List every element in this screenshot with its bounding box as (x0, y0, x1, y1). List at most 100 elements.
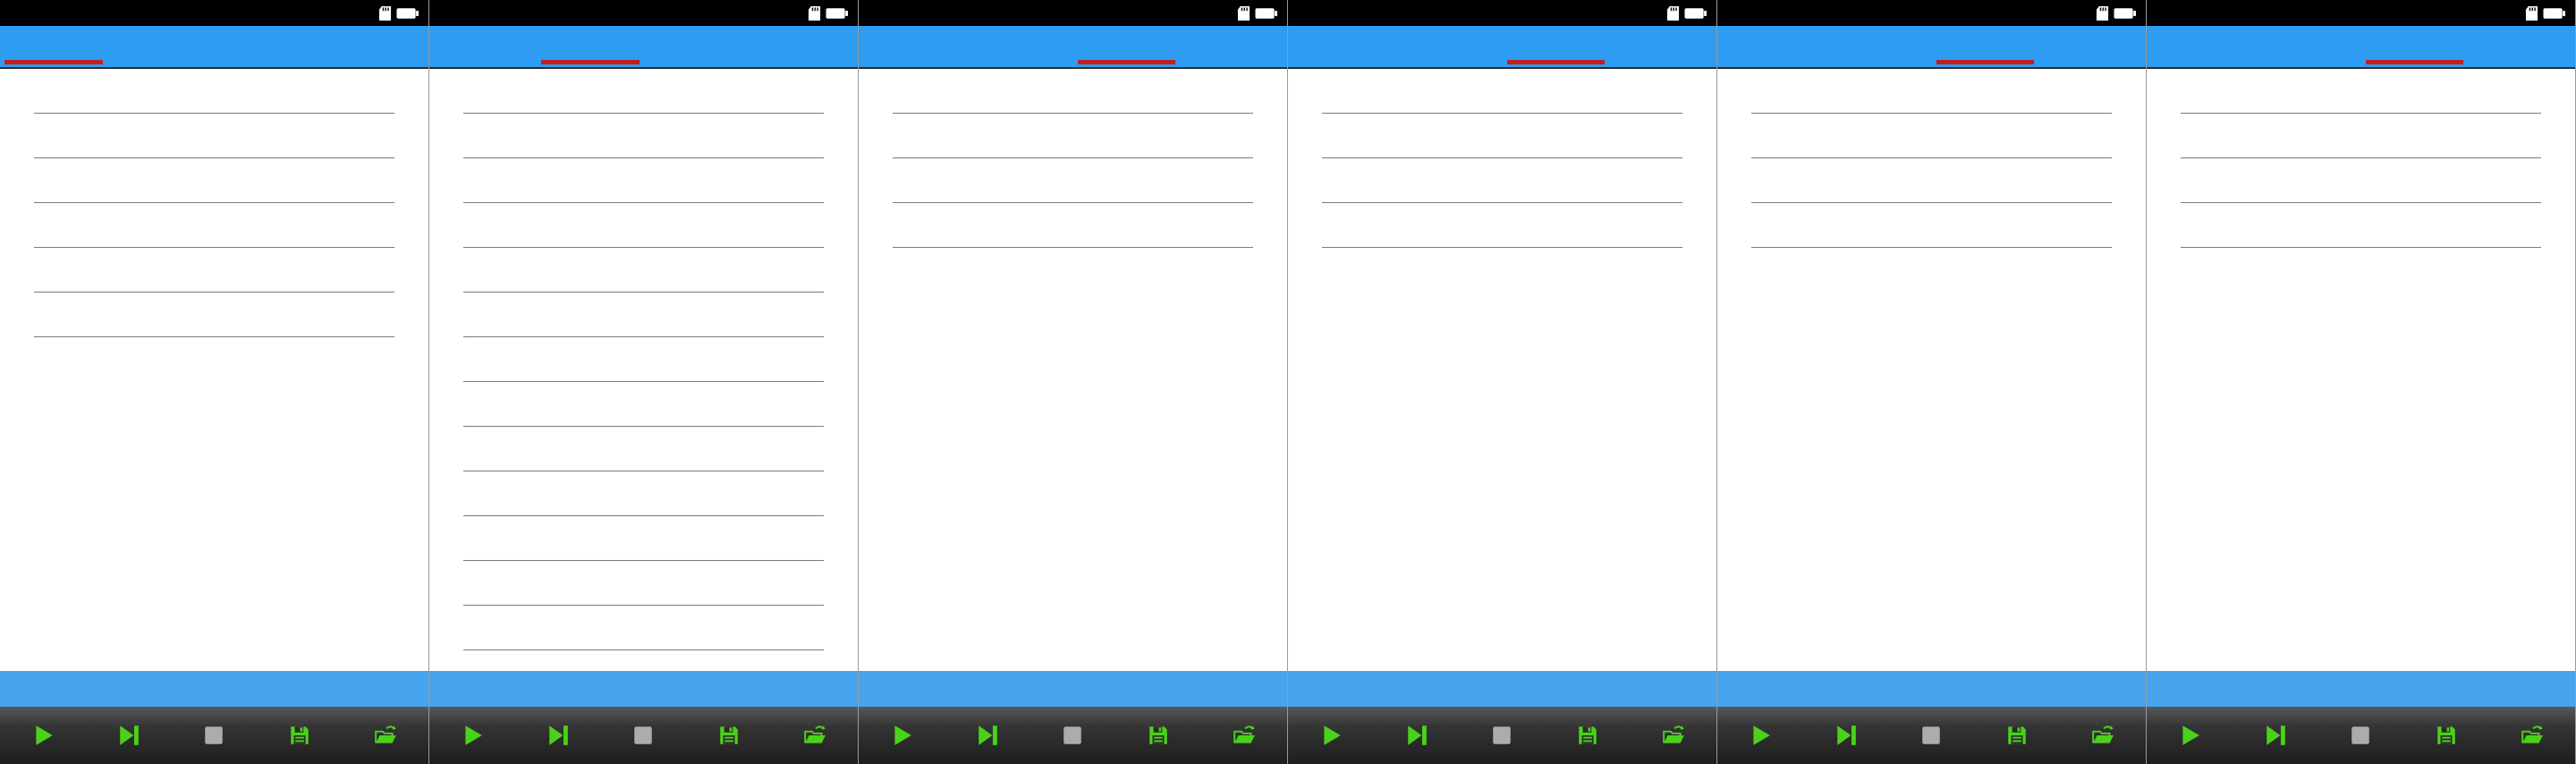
tab-data[interactable] (1395, 26, 1503, 67)
multi-test-button[interactable] (1288, 707, 1374, 764)
tab-spec[interactable] (859, 26, 966, 67)
table-row (429, 69, 858, 114)
tab-chro[interactable] (1503, 26, 1610, 67)
tab-chro[interactable] (2361, 26, 2469, 67)
open-folder-icon (375, 725, 396, 743)
save-button[interactable] (686, 707, 772, 764)
single-test-button[interactable] (945, 707, 1030, 764)
sd-card-icon (808, 5, 821, 21)
save-button[interactable] (257, 707, 343, 764)
sd-card-icon (2096, 5, 2109, 21)
title-bar (1288, 0, 1716, 26)
title-bar (1717, 0, 2146, 26)
tab-data[interactable] (966, 26, 1073, 67)
tab-spec[interactable] (2147, 26, 2254, 67)
screen-data (429, 0, 859, 764)
multi-test-button[interactable] (2147, 707, 2233, 764)
save-icon (1149, 726, 1168, 744)
open-folder-button[interactable] (343, 707, 428, 764)
open-folder-button[interactable] (772, 707, 858, 764)
multi-test-button[interactable] (859, 707, 945, 764)
progress-bar (2154, 698, 2568, 703)
tab-chro[interactable] (1932, 26, 2039, 67)
open-folder-icon (1233, 725, 1255, 743)
save-button[interactable] (2403, 707, 2489, 764)
toolbar (429, 707, 858, 764)
spectrum-chart[interactable] (0, 337, 429, 671)
stop-button[interactable] (1030, 707, 1116, 764)
save-button[interactable] (1545, 707, 1631, 764)
single-test-button[interactable] (515, 707, 601, 764)
open-folder-button[interactable] (2060, 707, 2146, 764)
table-row (1717, 114, 2146, 158)
open-folder-button[interactable] (1201, 707, 1287, 764)
tab-set[interactable] (1180, 26, 1287, 67)
progress-bar (7, 698, 421, 703)
open-folder-button[interactable] (1631, 707, 1716, 764)
table-row (429, 158, 858, 203)
tab-spec[interactable] (429, 26, 537, 67)
single-test-button[interactable] (86, 707, 172, 764)
tab-set[interactable] (321, 26, 428, 67)
tab-spec[interactable] (1717, 26, 1825, 67)
open-folder-button[interactable] (2489, 707, 2575, 764)
battery-icon (2543, 7, 2565, 19)
tab-chro[interactable] (215, 26, 322, 67)
battery-icon (1255, 7, 1277, 19)
tab-chro[interactable] (644, 26, 751, 67)
tab-chro[interactable] (1073, 26, 1181, 67)
step-forward-icon (1836, 725, 1856, 745)
toolbar (859, 707, 1287, 764)
sd-card-icon (1237, 5, 1250, 21)
multi-test-button[interactable] (429, 707, 515, 764)
tab-set[interactable] (2468, 26, 2575, 67)
open-folder-icon (1663, 725, 1684, 743)
tab-data[interactable] (537, 26, 644, 67)
status-bar (1717, 671, 2146, 707)
table-row (2147, 114, 2575, 158)
stop-icon (1063, 726, 1082, 744)
table-row (1288, 114, 1716, 158)
sd-card-icon (378, 5, 392, 21)
measurement-table (1288, 69, 1716, 248)
tab-data[interactable] (107, 26, 215, 67)
tab-spec[interactable] (0, 26, 107, 67)
progress-bar (866, 698, 1280, 703)
tab-data[interactable] (2254, 26, 2361, 67)
multi-test-button[interactable] (0, 707, 86, 764)
tab-data[interactable] (1825, 26, 1932, 67)
tab-set[interactable] (1609, 26, 1716, 67)
tab-spec[interactable] (1288, 26, 1395, 67)
single-test-button[interactable] (1803, 707, 1889, 764)
open-folder-icon (2521, 725, 2543, 743)
table-row (429, 203, 858, 248)
table-row (0, 248, 428, 293)
tab-set[interactable] (2038, 26, 2146, 67)
screen-chro-cri-bars (2147, 0, 2576, 764)
stop-button[interactable] (172, 707, 258, 764)
save-icon (2008, 726, 2027, 744)
measurement-table (859, 69, 1287, 248)
stop-button[interactable] (1460, 707, 1546, 764)
stop-button[interactable] (2318, 707, 2404, 764)
title-bar (429, 0, 858, 26)
cie1931-chart (859, 248, 1288, 671)
toolbar (0, 707, 428, 764)
save-button[interactable] (1974, 707, 2060, 764)
stop-button[interactable] (601, 707, 687, 764)
table-row (429, 248, 858, 293)
stop-icon (2351, 726, 2370, 744)
single-test-button[interactable] (2233, 707, 2318, 764)
save-icon (291, 726, 309, 744)
stop-button[interactable] (1889, 707, 1975, 764)
table-row (1717, 69, 2146, 114)
status-bar (429, 671, 858, 707)
table-row (1717, 203, 2146, 248)
save-button[interactable] (1115, 707, 1201, 764)
table-row (429, 471, 858, 516)
tab-set[interactable] (750, 26, 858, 67)
multi-test-button[interactable] (1717, 707, 1803, 764)
table-row (859, 114, 1287, 158)
toolbar (1717, 707, 2146, 764)
single-test-button[interactable] (1374, 707, 1460, 764)
